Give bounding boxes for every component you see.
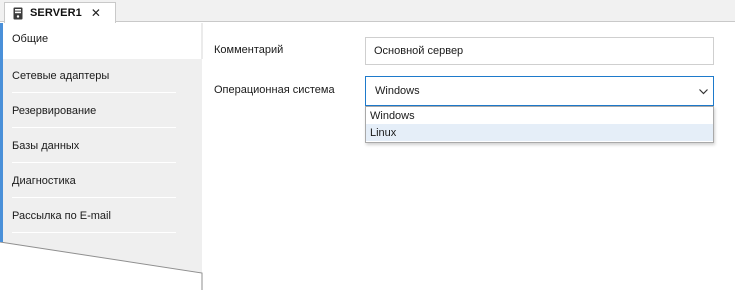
tab-title: SERVER1 [30,7,82,19]
sidebar-item-label: Резервирование [12,104,97,117]
os-select-value: Windows [375,85,420,97]
sidebar-item-network-adapters[interactable]: Сетевые адаптеры [3,58,203,93]
server-tab[interactable]: SERVER1 ✕ [4,2,116,23]
sidebar-item-label: Общие [12,32,49,45]
sidebar-item-email[interactable]: Рассылка по E-mail [3,198,203,233]
os-option-linux[interactable]: Linux [366,124,713,141]
sidebar-item-label: Диагностика [12,174,76,187]
sidebar-item-label: Базы данных [12,139,80,152]
os-label: Операционная система [214,84,335,96]
os-dropdown-list: Windows Linux [365,106,714,143]
server-icon [13,7,23,20]
sidebar-item-redundancy[interactable]: Резервирование [3,93,203,128]
sidebar-item-general[interactable]: Общие [3,23,203,58]
sidebar: Общие Сетевые адаптеры Резервирование Ба… [3,23,203,233]
chevron-down-icon[interactable] [698,86,709,97]
os-option-windows[interactable]: Windows [366,107,713,124]
comment-label: Комментарий [214,44,284,56]
document-tab-strip: SERVER1 ✕ [0,0,735,23]
divider [12,232,176,233]
comment-field[interactable] [365,37,714,65]
sidebar-item-label: Рассылка по E-mail [12,209,111,222]
sidebar-item-label: Сетевые адаптеры [12,69,110,82]
sidebar-item-diagnostics[interactable]: Диагностика [3,163,203,198]
close-icon[interactable]: ✕ [91,7,101,19]
os-select[interactable]: Windows [365,76,714,106]
sidebar-item-databases[interactable]: Базы данных [3,128,203,163]
